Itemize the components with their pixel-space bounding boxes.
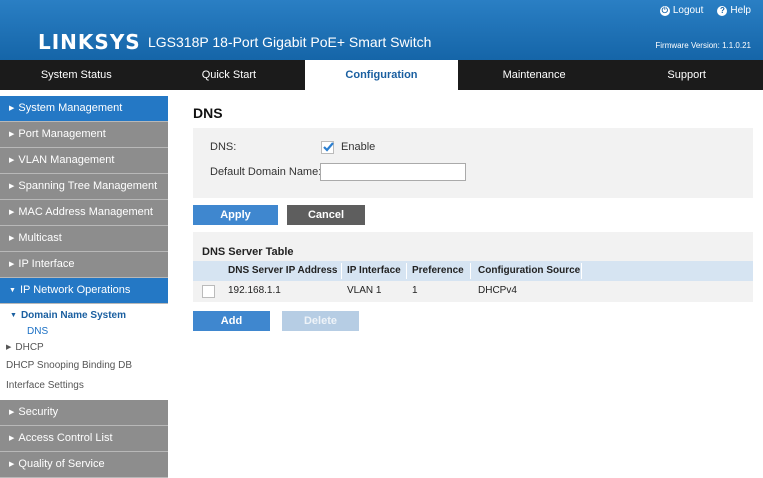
sidebar-sub-domain-name-system[interactable]: ▼ Domain Name System [0, 308, 168, 324]
column-divider [341, 263, 342, 279]
sidebar-item-system-management[interactable]: ▶ System Management [0, 96, 168, 122]
add-button[interactable]: Add [193, 311, 270, 331]
sidebar-item-label: Quality of Service [18, 458, 105, 470]
check-icon [323, 142, 334, 152]
dns-settings-panel: DNS: Enable Default Domain Name: [193, 128, 753, 198]
sidebar-item-label: Spanning Tree Management [18, 180, 158, 192]
header-links: ⏻ Logout ? Help [659, 5, 751, 16]
triangle-right-icon: ▶ [9, 183, 15, 190]
sidebar-sub-dns[interactable]: DNS [0, 324, 168, 340]
help-icon: ? [717, 5, 728, 16]
main-content: DNS DNS: Enable Default Domain Name: App… [193, 100, 753, 331]
help-label: Help [730, 5, 751, 16]
header-bar: LINKSYS LGS318P 18-Port Gigabit PoE+ Sma… [0, 0, 763, 60]
cell-source: DHCPv4 [478, 285, 517, 296]
column-divider [470, 263, 471, 279]
sidebar-item-label: VLAN Management [18, 154, 115, 166]
sidebar-item-label: MAC Address Management [18, 206, 153, 218]
sidebar-sub-dhcp-snooping[interactable]: DHCP Snooping Binding DB [0, 356, 168, 376]
apply-button[interactable]: Apply [193, 205, 278, 225]
triangle-right-icon: ▶ [9, 261, 15, 268]
device-model-title: LGS318P 18-Port Gigabit PoE+ Smart Switc… [148, 34, 432, 50]
sidebar-item-label: System Management [18, 102, 123, 114]
delete-button[interactable]: Delete [282, 311, 359, 331]
tab-quick-start[interactable]: Quick Start [153, 60, 306, 90]
column-header-preference: Preference [412, 265, 464, 276]
triangle-right-icon: ▶ [9, 409, 15, 416]
row-select-checkbox[interactable] [202, 285, 215, 298]
cell-preference: 1 [412, 285, 418, 296]
cancel-button[interactable]: Cancel [287, 205, 365, 225]
table-header: DNS Server IP Address IP Interface Prefe… [193, 261, 753, 281]
help-link[interactable]: ? Help [717, 5, 751, 16]
sidebar-item-ip-network-operations[interactable]: ▼ IP Network Operations [0, 278, 168, 304]
sidebar-item-mac-address[interactable]: ▶ MAC Address Management [0, 200, 168, 226]
triangle-right-icon: ▶ [9, 157, 15, 164]
linksys-logo: LINKSYS [38, 30, 141, 54]
main-nav: System Status Quick Start Configuration … [0, 60, 763, 90]
table-title: DNS Server Table [202, 246, 294, 258]
default-domain-input[interactable] [320, 163, 466, 181]
logout-link[interactable]: ⏻ Logout [659, 5, 704, 16]
column-header-interface: IP Interface [347, 265, 401, 276]
logout-label: Logout [672, 5, 704, 16]
column-divider [581, 263, 582, 279]
triangle-down-icon: ▼ [9, 287, 16, 294]
sidebar-item-label: IP Interface [18, 258, 75, 270]
tab-configuration[interactable]: Configuration [305, 60, 458, 90]
column-divider [406, 263, 407, 279]
dns-server-table: DNS Server Table DNS Server IP Address I… [193, 232, 753, 302]
triangle-right-icon: ▶ [9, 461, 15, 468]
sidebar-item-multicast[interactable]: ▶ Multicast [0, 226, 168, 252]
sidebar: ▶ System Management ▶ Port Management ▶ VLA… [0, 96, 168, 478]
cell-ip: 192.168.1.1 [228, 285, 281, 296]
tab-system-status[interactable]: System Status [0, 60, 153, 90]
sidebar-item-access-control-list[interactable]: ▶ Access Control List [0, 426, 168, 452]
cell-interface: VLAN 1 [347, 285, 382, 296]
power-icon: ⏻ [659, 5, 670, 16]
triangle-right-icon: ▶ [9, 131, 15, 138]
sidebar-item-spanning-tree[interactable]: ▶ Spanning Tree Management [0, 174, 168, 200]
sidebar-sub-label: Domain Name System [20, 310, 126, 321]
sidebar-item-port-management[interactable]: ▶ Port Management [0, 122, 168, 148]
sidebar-item-security[interactable]: ▶ Security [0, 400, 168, 426]
column-header-ip: DNS Server IP Address [228, 265, 338, 276]
triangle-right-icon: ▶ [9, 105, 15, 112]
dns-label: DNS: [210, 141, 237, 153]
enable-label: Enable [341, 141, 376, 153]
sidebar-item-label: Multicast [18, 232, 62, 244]
sidebar-item-quality-of-service[interactable]: ▶ Quality of Service [0, 452, 168, 478]
default-domain-label: Default Domain Name: [210, 166, 322, 178]
sidebar-sub-dhcp[interactable]: ▶ DHCP [0, 340, 168, 356]
triangle-right-icon: ▶ [9, 209, 15, 216]
sidebar-item-ip-interface[interactable]: ▶ IP Interface [0, 252, 168, 278]
column-header-source: Configuration Source [478, 265, 581, 276]
triangle-down-icon: ▼ [10, 312, 17, 319]
sidebar-item-vlan-management[interactable]: ▶ VLAN Management [0, 148, 168, 174]
sidebar-item-label: Access Control List [18, 432, 113, 444]
page-title: DNS [193, 105, 223, 121]
sidebar-sub-label: DHCP [15, 342, 44, 353]
tab-support[interactable]: Support [610, 60, 763, 90]
sidebar-item-label: Security [18, 406, 59, 418]
sidebar-submenu: ▼ Domain Name System DNS ▶ DHCP DHCP Snoop… [0, 304, 168, 400]
sidebar-item-label: IP Network Operations [19, 284, 131, 296]
sidebar-sub-interface-settings[interactable]: Interface Settings [0, 376, 168, 396]
triangle-right-icon: ▶ [9, 435, 15, 442]
sidebar-item-label: Port Management [18, 128, 106, 140]
table-row[interactable]: 192.168.1.1 VLAN 1 1 DHCPv4 [193, 281, 753, 301]
tab-maintenance[interactable]: Maintenance [458, 60, 611, 90]
enable-checkbox[interactable] [321, 141, 334, 154]
firmware-version: Firmware Version: 1.1.0.21 [655, 41, 751, 50]
triangle-right-icon: ▶ [6, 344, 12, 351]
triangle-right-icon: ▶ [9, 235, 15, 242]
